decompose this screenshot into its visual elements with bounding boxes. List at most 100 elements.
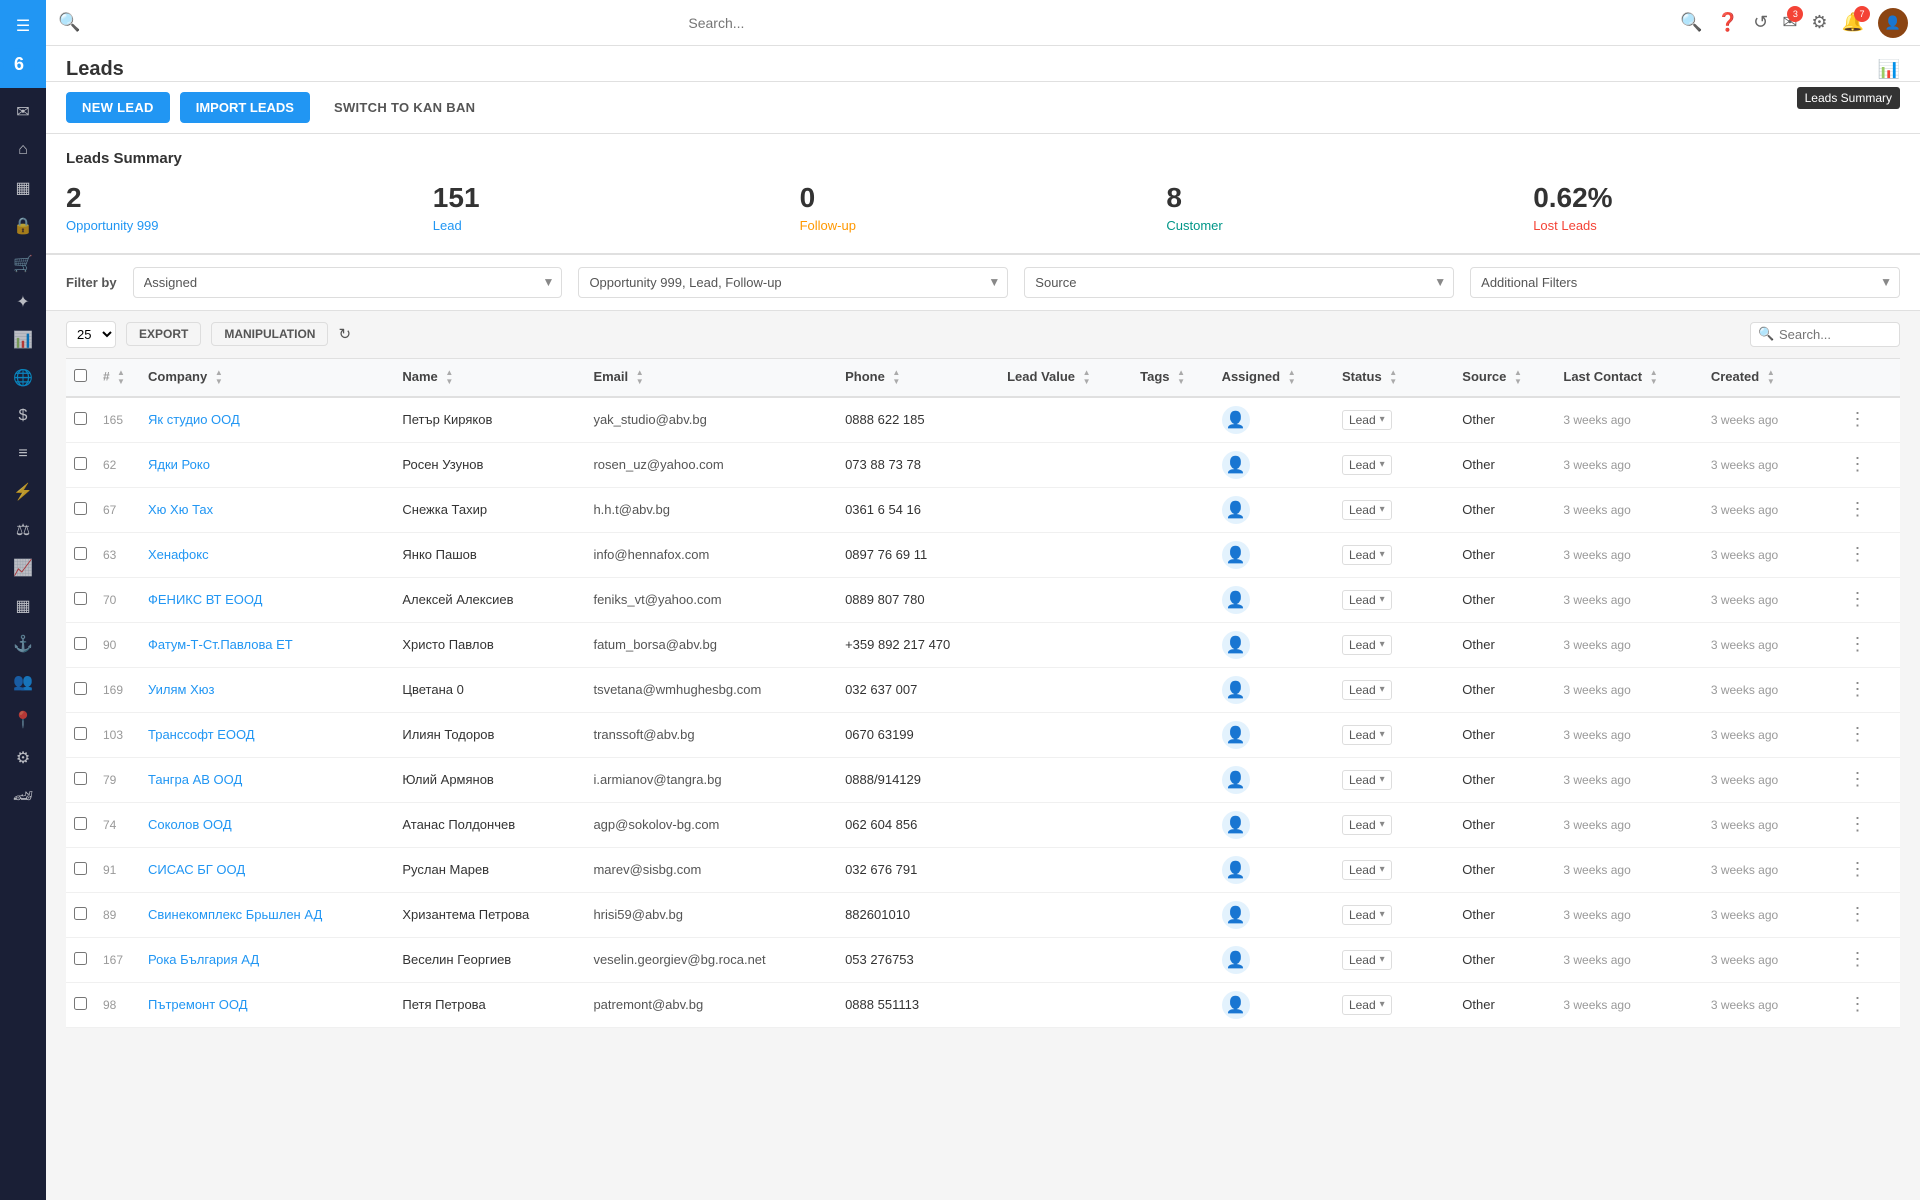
filter-source-select[interactable]: Source [1024,267,1454,298]
col-header-tags[interactable]: Tags ▲▼ [1132,358,1213,397]
row-actions-menu-2[interactable]: ⋮ [1845,497,1871,521]
row-actions-menu-13[interactable]: ⋮ [1845,992,1871,1016]
summary-label-customer[interactable]: Customer [1166,218,1533,233]
status-badge-11[interactable]: Lead ▾ [1342,905,1392,925]
cell-company-4[interactable]: ФЕНИКС ВТ ЕООД [140,577,394,622]
row-actions-menu-8[interactable]: ⋮ [1845,767,1871,791]
row-checkbox-8[interactable] [74,772,87,785]
search-topnav-icon[interactable]: 🔍 [1680,12,1702,33]
cell-status-12[interactable]: Lead ▾ [1334,937,1454,982]
row-actions-menu-12[interactable]: ⋮ [1845,947,1871,971]
status-badge-0[interactable]: Lead ▾ [1342,410,1392,430]
lock-sidebar-icon[interactable]: 🔒 [4,208,42,244]
cart-sidebar-icon[interactable]: 🛒 [4,246,42,282]
cell-company-2[interactable]: Хю Хю Тах [140,487,394,532]
search-input[interactable] [416,15,1016,31]
row-checkbox-11[interactable] [74,907,87,920]
cell-status-13[interactable]: Lead ▾ [1334,982,1454,1027]
history-icon[interactable]: ↺ [1753,12,1768,33]
filter-sidebar-icon[interactable]: ⚡ [4,474,42,510]
cell-company-12[interactable]: Рока България АД [140,937,394,982]
row-actions-menu-11[interactable]: ⋮ [1845,902,1871,926]
user-avatar[interactable]: 👤 [1878,8,1908,38]
new-lead-button[interactable]: NEW LEAD [66,92,170,123]
status-badge-9[interactable]: Lead ▾ [1342,815,1392,835]
col-header-leadvalue[interactable]: Lead Value ▲▼ [999,358,1132,397]
col-header-id[interactable]: # ▲▼ [95,358,140,397]
status-badge-5[interactable]: Lead ▾ [1342,635,1392,655]
status-badge-2[interactable]: Lead ▾ [1342,500,1392,520]
cell-company-3[interactable]: Хенафокс [140,532,394,577]
row-actions-menu-3[interactable]: ⋮ [1845,542,1871,566]
row-checkbox-4[interactable] [74,592,87,605]
status-badge-8[interactable]: Lead ▾ [1342,770,1392,790]
cell-status-11[interactable]: Lead ▾ [1334,892,1454,937]
status-badge-13[interactable]: Lead ▾ [1342,995,1392,1015]
cell-company-10[interactable]: СИСАС БГ ООД [140,847,394,892]
cell-company-13[interactable]: Пътремонт ООД [140,982,394,1027]
filter-status-select[interactable]: Opportunity 999, Lead, Follow-up [578,267,1008,298]
filter-additional-select[interactable]: Additional Filters [1470,267,1900,298]
notifications-icon[interactable]: 🔔 7 [1842,12,1864,33]
cell-status-0[interactable]: Lead ▾ [1334,397,1454,443]
manipulation-button[interactable]: MANIPULATION [211,322,328,346]
cell-company-6[interactable]: Уилям Хюз [140,667,394,712]
row-actions-menu-0[interactable]: ⋮ [1845,407,1871,431]
cell-company-0[interactable]: Як студио ООД [140,397,394,443]
search-icon[interactable]: 🔍 [58,12,80,33]
globe-sidebar-icon[interactable]: 🌐 [4,360,42,396]
row-checkbox-10[interactable] [74,862,87,875]
per-page-select[interactable]: 25 [66,321,116,348]
speedometer-sidebar-icon[interactable]: 🏎 [4,778,42,814]
cell-status-8[interactable]: Lead ▾ [1334,757,1454,802]
settings-icon[interactable]: ⚙ [1811,12,1827,33]
switch-kanban-button[interactable]: SWITCH TO KAN BAN [320,92,489,123]
row-actions-menu-10[interactable]: ⋮ [1845,857,1871,881]
cell-status-2[interactable]: Lead ▾ [1334,487,1454,532]
cell-status-3[interactable]: Lead ▾ [1334,532,1454,577]
row-checkbox-1[interactable] [74,457,87,470]
row-actions-menu-6[interactable]: ⋮ [1845,677,1871,701]
cell-status-1[interactable]: Lead ▾ [1334,442,1454,487]
col-header-status[interactable]: Status ▲▼ [1334,358,1454,397]
location-sidebar-icon[interactable]: 📍 [4,702,42,738]
status-badge-3[interactable]: Lead ▾ [1342,545,1392,565]
dollar-sidebar-icon[interactable]: $ [4,398,42,434]
row-actions-menu-7[interactable]: ⋮ [1845,722,1871,746]
cell-status-6[interactable]: Lead ▾ [1334,667,1454,712]
refresh-icon[interactable]: ↻ [338,325,351,343]
export-button[interactable]: EXPORT [126,322,201,346]
status-badge-7[interactable]: Lead ▾ [1342,725,1392,745]
status-badge-1[interactable]: Lead ▾ [1342,455,1392,475]
star-sidebar-icon[interactable]: ✦ [4,284,42,320]
cell-company-11[interactable]: Свинекомплекс Брьшлен АД [140,892,394,937]
anchor-sidebar-icon[interactable]: ⚓ [4,626,42,662]
cell-status-5[interactable]: Lead ▾ [1334,622,1454,667]
cell-status-10[interactable]: Lead ▾ [1334,847,1454,892]
settings2-sidebar-icon[interactable]: ⚙ [4,740,42,776]
leads-summary-chart-icon[interactable]: 📊 [1878,59,1900,79]
row-checkbox-7[interactable] [74,727,87,740]
list-sidebar-icon[interactable]: ≡ [4,436,42,472]
row-checkbox-0[interactable] [74,412,87,425]
status-badge-12[interactable]: Lead ▾ [1342,950,1392,970]
col-header-created[interactable]: Created ▲▼ [1703,358,1837,397]
grid-sidebar-icon[interactable]: ▦ [4,588,42,624]
col-header-source[interactable]: Source ▲▼ [1454,358,1555,397]
cell-company-5[interactable]: Фатум-Т-Ст.Павлова ЕТ [140,622,394,667]
row-checkbox-5[interactable] [74,637,87,650]
import-leads-button[interactable]: IMPORT LEADS [180,92,310,123]
row-checkbox-3[interactable] [74,547,87,560]
row-actions-menu-1[interactable]: ⋮ [1845,452,1871,476]
people-sidebar-icon[interactable]: 👥 [4,664,42,700]
cell-company-8[interactable]: Тангра АВ ООД [140,757,394,802]
col-header-phone[interactable]: Phone ▲▼ [837,358,999,397]
status-badge-6[interactable]: Lead ▾ [1342,680,1392,700]
cell-status-7[interactable]: Lead ▾ [1334,712,1454,757]
summary-label-lead[interactable]: Lead [433,218,800,233]
row-checkbox-12[interactable] [74,952,87,965]
summary-label-lost[interactable]: Lost Leads [1533,218,1900,233]
chart-sidebar-icon[interactable]: 📊 [4,322,42,358]
cell-company-9[interactable]: Соколов ООД [140,802,394,847]
help-icon[interactable]: ❓ [1717,12,1739,33]
